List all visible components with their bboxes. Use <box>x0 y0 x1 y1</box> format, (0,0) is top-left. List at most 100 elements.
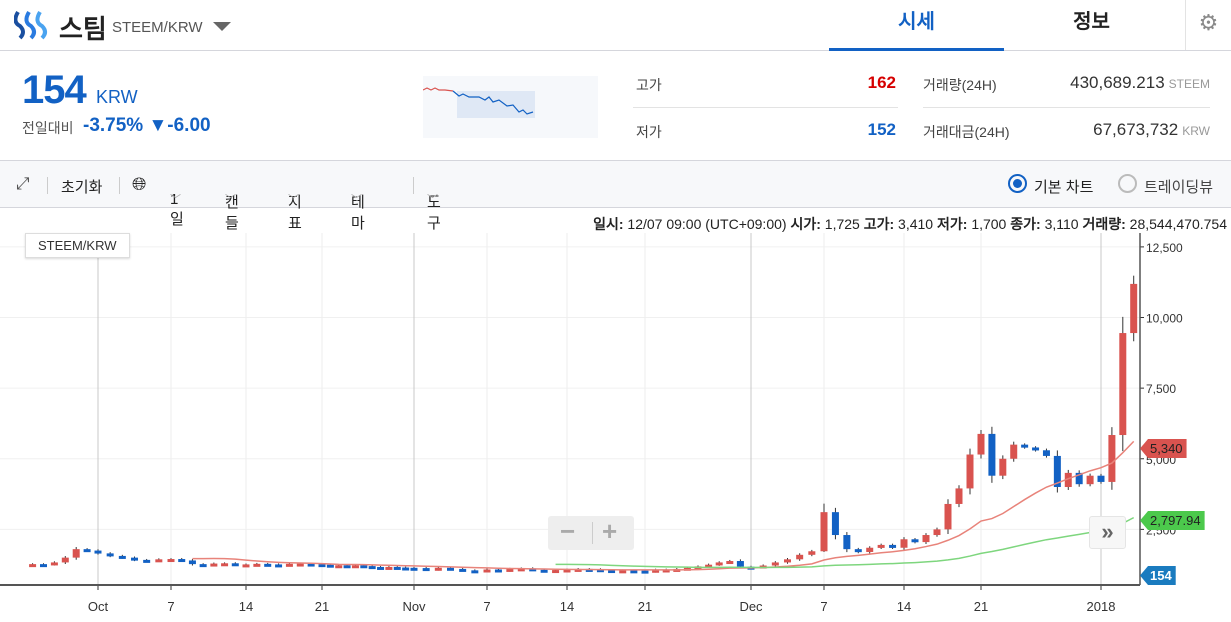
candle-body <box>1097 475 1105 482</box>
candle-body <box>285 563 293 567</box>
candle-body <box>72 549 80 558</box>
candle-body <box>231 563 239 567</box>
candle-body <box>726 561 734 565</box>
scroll-to-latest-button[interactable]: » <box>1089 516 1126 549</box>
candle-body <box>1108 435 1116 482</box>
candle-body <box>483 569 491 573</box>
candle-body <box>221 563 229 567</box>
ma-long-tag: 2,797.94 <box>1140 511 1205 530</box>
y-tick-label: 7,500 <box>1146 382 1176 396</box>
candle-body <box>40 564 47 568</box>
x-tick-label: Oct <box>88 599 109 614</box>
candle-body <box>843 535 851 550</box>
candle-body <box>351 565 359 569</box>
candle-body <box>877 544 885 548</box>
x-tick-label: 21 <box>974 599 988 614</box>
candle-body <box>715 562 723 566</box>
chart-symbol-label: STEEM/KRW <box>25 233 130 258</box>
candle-body <box>900 539 908 548</box>
candle-body <box>1010 444 1018 459</box>
candle-body <box>911 539 919 543</box>
candle-body <box>988 433 996 476</box>
zoom-out-button[interactable]: − <box>560 516 575 547</box>
candle-body <box>796 554 804 560</box>
candle-body <box>820 512 828 552</box>
zoom-in-button[interactable]: + <box>602 516 617 547</box>
zoom-controls: − + <box>548 516 634 550</box>
candle-body <box>422 568 430 572</box>
candle-body <box>1032 447 1040 451</box>
candle-body <box>83 549 91 553</box>
candle-body <box>459 568 467 572</box>
candle-body <box>641 570 649 574</box>
candle-body <box>61 557 69 563</box>
divider <box>592 522 593 544</box>
candle-body <box>335 565 343 569</box>
candle-body <box>143 559 151 563</box>
candle-body <box>434 567 442 571</box>
y-tick-label: 10,000 <box>1146 312 1183 326</box>
x-tick-label: 7 <box>483 599 490 614</box>
candle-body <box>447 567 454 571</box>
candle-body <box>494 569 502 573</box>
candle-body <box>264 563 272 567</box>
x-tick-label: 2018 <box>1087 599 1116 614</box>
candle-body <box>318 564 326 568</box>
x-tick-label: 14 <box>239 599 253 614</box>
candle-body <box>1119 333 1127 436</box>
x-tick-label: 21 <box>638 599 652 614</box>
ma-short-tag: 5,340 <box>1140 439 1187 458</box>
candle-body <box>253 563 261 567</box>
candle-body <box>242 564 250 568</box>
candle-body <box>540 569 548 573</box>
candle-body <box>326 564 334 568</box>
candle-body <box>1086 475 1094 485</box>
candle-body <box>167 559 175 563</box>
candle-body <box>922 535 930 543</box>
candle-body <box>771 562 779 566</box>
y-tick-label: 12,500 <box>1146 241 1183 255</box>
candle-body <box>155 559 163 563</box>
candle-body <box>377 566 385 570</box>
candle-body <box>199 564 207 568</box>
candle-body <box>552 570 560 574</box>
candle-body <box>410 567 418 571</box>
candle-body <box>393 566 401 570</box>
candle-body <box>955 488 963 504</box>
candle-body <box>178 559 186 563</box>
candle-body <box>831 512 839 536</box>
candle-body <box>933 529 941 536</box>
candle-body <box>29 564 37 568</box>
candle-body <box>966 454 974 489</box>
x-tick-label: 14 <box>897 599 911 614</box>
candle-body <box>1042 450 1050 456</box>
x-tick-label: 14 <box>560 599 574 614</box>
candle-body <box>736 561 744 567</box>
candle-body <box>402 567 410 571</box>
candle-body <box>210 563 218 567</box>
candle-body <box>999 458 1007 476</box>
candle-body <box>368 566 376 570</box>
candle-body <box>630 570 638 574</box>
x-tick-label: Nov <box>402 599 426 614</box>
candle-body <box>619 570 627 574</box>
candle-body <box>1130 283 1138 334</box>
candle-body <box>506 568 514 572</box>
x-tick-label: 7 <box>167 599 174 614</box>
candle-body <box>118 555 126 559</box>
candle-body <box>977 433 985 455</box>
x-tick-label: 7 <box>820 599 827 614</box>
x-tick-label: Dec <box>739 599 763 614</box>
candle-body <box>944 503 952 530</box>
candle-body <box>784 559 791 563</box>
candle-body <box>854 549 862 553</box>
candle-body <box>385 566 393 570</box>
candle-body <box>106 553 114 557</box>
candle-body <box>889 544 897 548</box>
candle-body <box>471 570 479 574</box>
candle-body <box>360 565 368 569</box>
candle-body <box>188 560 196 565</box>
candle-body <box>275 564 283 568</box>
candle-body <box>1021 444 1029 448</box>
candle-body <box>808 551 816 555</box>
